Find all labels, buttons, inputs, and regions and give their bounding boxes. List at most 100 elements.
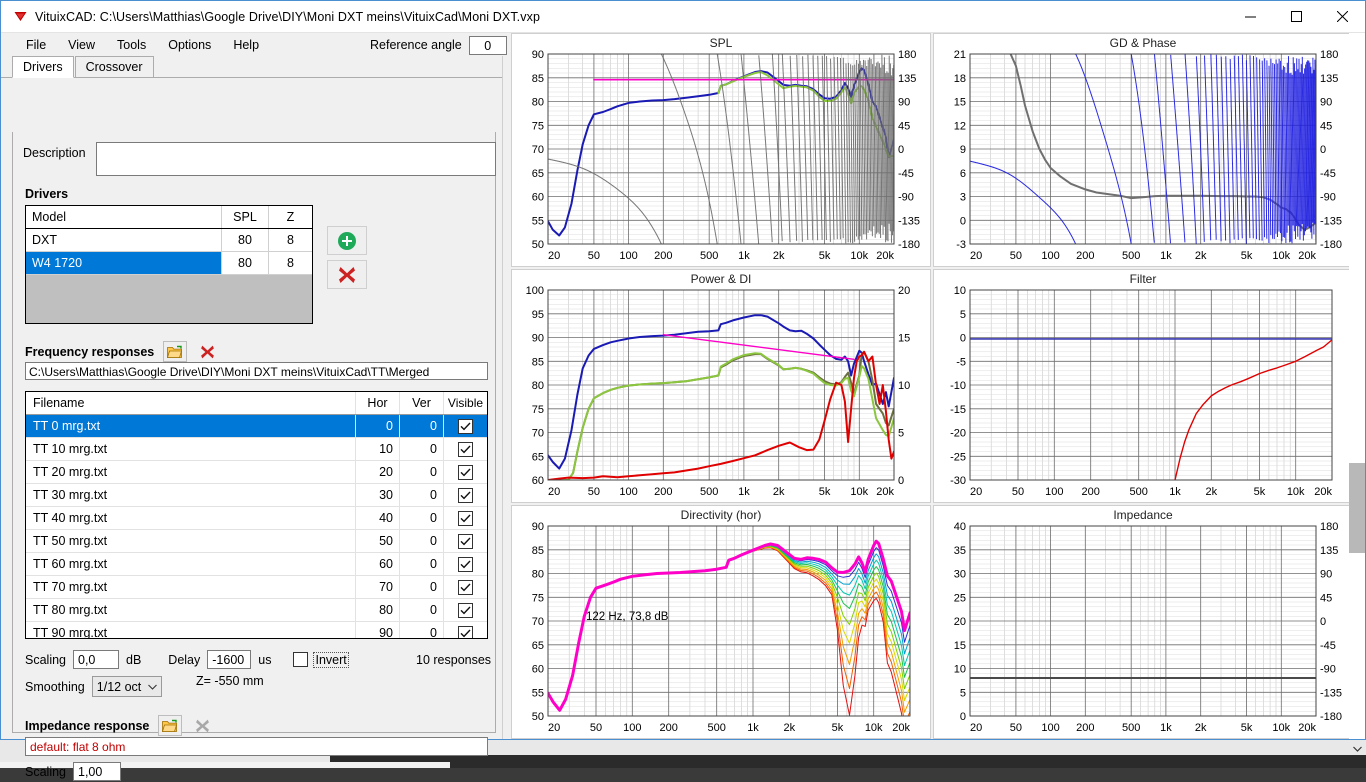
- minimize-button[interactable]: [1227, 1, 1273, 32]
- remove-impedance-button[interactable]: [191, 716, 213, 735]
- gray-x-icon: [195, 719, 209, 732]
- invert-checkbox[interactable]: [293, 652, 309, 667]
- response-visible[interactable]: [444, 415, 487, 437]
- response-visible[interactable]: [444, 553, 487, 575]
- drivers-table[interactable]: Model SPL Z DXT 80 8 W4 1720 80 8: [25, 205, 313, 324]
- svg-text:10k: 10k: [850, 250, 868, 262]
- impedance-value-field[interactable]: default: flat 8 ohm: [25, 737, 488, 756]
- svg-text:200: 200: [660, 722, 678, 734]
- responses-path-input[interactable]: C:\Users\Matthias\Google Drive\DIY\Moni …: [25, 362, 488, 380]
- open-impedance-button[interactable]: [158, 715, 183, 736]
- table-row[interactable]: TT 40 mrg.txt 40 0: [26, 507, 487, 530]
- svg-text:-20: -20: [950, 428, 966, 440]
- menu-view[interactable]: View: [57, 35, 106, 55]
- chart-power-di[interactable]: Power & DI 20 50 100 200 500 1k 2k 5k 10k 20k 60 65 7…: [511, 269, 931, 503]
- response-visible[interactable]: [444, 622, 487, 638]
- frequency-responses-table[interactable]: Filename Hor Ver Visible TT 0 mrg.txt 0 0 T…: [25, 391, 488, 639]
- description-label: Description: [23, 146, 86, 160]
- table-row[interactable]: TT 60 mrg.txt 60 0: [26, 553, 487, 576]
- visible-checkbox[interactable]: [458, 464, 473, 480]
- menu-file[interactable]: File: [15, 35, 57, 55]
- svg-text:80: 80: [532, 97, 544, 109]
- table-row[interactable]: TT 90 mrg.txt 90 0: [26, 622, 487, 638]
- svg-text:50: 50: [590, 722, 602, 734]
- response-hor: 60: [356, 553, 400, 575]
- tab-crossover[interactable]: Crossover: [74, 56, 154, 77]
- chart-canvas: 20 50 100 200 500 1k 2k 5k 10k 20k606570758085909…: [526, 285, 911, 498]
- scroll-down-arrow[interactable]: [1349, 740, 1365, 757]
- reference-angle-input[interactable]: 0: [468, 35, 507, 55]
- chart-gd-phase[interactable]: GD & Phase 20 50 100 200 500 1k 2k 5k 10k 20k -3 0 3 6…: [933, 33, 1353, 267]
- svg-text:-45: -45: [1320, 168, 1336, 180]
- table-row[interactable]: TT 50 mrg.txt 50 0: [26, 530, 487, 553]
- visible-checkbox[interactable]: [458, 487, 473, 503]
- svg-text:10k: 10k: [850, 486, 868, 498]
- response-visible[interactable]: [444, 438, 487, 460]
- svg-text:5k: 5k: [1254, 486, 1266, 498]
- visible-checkbox[interactable]: [458, 556, 473, 572]
- impedance-scaling-input[interactable]: 1,00: [73, 762, 121, 781]
- app-logo-icon: [7, 9, 33, 24]
- chart-filter[interactable]: Filter 20 50 100 200 500 1k 2k 5k 10k 20k -30 -25 -20…: [933, 269, 1353, 503]
- scaling-label: Scaling: [25, 652, 66, 667]
- visible-checkbox[interactable]: [458, 533, 473, 549]
- svg-text:10: 10: [898, 380, 910, 392]
- response-ver: 0: [400, 484, 444, 506]
- response-visible[interactable]: [444, 507, 487, 529]
- open-folder-button[interactable]: [163, 341, 188, 362]
- menu-options[interactable]: Options: [157, 35, 222, 55]
- response-ver: 0: [400, 599, 444, 621]
- svg-text:1k: 1k: [1169, 486, 1181, 498]
- table-row[interactable]: W4 1720 80 8: [26, 252, 312, 275]
- table-row[interactable]: TT 10 mrg.txt 10 0: [26, 438, 487, 461]
- svg-text:1k: 1k: [738, 486, 750, 498]
- table-row[interactable]: TT 80 mrg.txt 80 0: [26, 599, 487, 622]
- vertical-scrollbar[interactable]: [1349, 33, 1365, 752]
- description-input[interactable]: [95, 142, 496, 176]
- svg-text:50: 50: [588, 486, 600, 498]
- add-driver-button[interactable]: [327, 226, 367, 255]
- open-folder-icon: [167, 345, 183, 358]
- response-visible[interactable]: [444, 599, 487, 621]
- close-button[interactable]: [1319, 1, 1365, 32]
- chart-canvas: 20 50 100 200 500 1k 2k 5k 10k 20k 50 55 60 65 70 75 80 8…: [532, 49, 920, 262]
- red-x-icon: [339, 266, 355, 283]
- visible-checkbox[interactable]: [458, 579, 473, 595]
- tab-drivers[interactable]: Drivers: [12, 56, 74, 78]
- svg-text:1k: 1k: [1160, 722, 1172, 734]
- visible-checkbox[interactable]: [458, 418, 473, 434]
- response-visible[interactable]: [444, 576, 487, 598]
- visible-checkbox[interactable]: [458, 510, 473, 526]
- table-row[interactable]: DXT 80 8: [26, 229, 312, 252]
- response-visible[interactable]: [444, 484, 487, 506]
- response-ver: 0: [400, 461, 444, 483]
- chart-directivity[interactable]: Directivity (hor) 20 50 100 200 500 1k 2k 5k 10k 2…: [511, 505, 931, 739]
- table-row[interactable]: TT 70 mrg.txt 70 0: [26, 576, 487, 599]
- visible-checkbox[interactable]: [458, 441, 473, 457]
- table-row[interactable]: TT 20 mrg.txt 20 0: [26, 461, 487, 484]
- visible-checkbox[interactable]: [458, 625, 473, 638]
- delete-driver-button[interactable]: [327, 260, 367, 289]
- response-ver: 0: [400, 438, 444, 460]
- invert-group[interactable]: Invert: [293, 651, 349, 668]
- chart-impedance[interactable]: Impedance 20 50 100 200 500 1k 2k 5k 10k 20k 0 5 10 15…: [933, 505, 1353, 739]
- table-row[interactable]: TT 0 mrg.txt 0 0: [26, 415, 487, 438]
- scrollbar-thumb[interactable]: [1349, 463, 1365, 553]
- svg-text:10k: 10k: [1272, 250, 1290, 262]
- svg-text:75: 75: [532, 404, 544, 416]
- menu-tools[interactable]: Tools: [106, 35, 157, 55]
- response-visible[interactable]: [444, 461, 487, 483]
- menu-help[interactable]: Help: [222, 35, 270, 55]
- response-visible[interactable]: [444, 530, 487, 552]
- chart-spl[interactable]: SPL 20 50 100 200 500 1k 2k 5k 10k 20k 50 55 60 65 70 75…: [511, 33, 931, 267]
- remove-responses-button[interactable]: [196, 342, 218, 361]
- svg-text:2k: 2k: [1195, 250, 1207, 262]
- scaling-input[interactable]: 0,0: [73, 650, 119, 669]
- svg-text:180: 180: [1320, 49, 1338, 61]
- maximize-button[interactable]: [1273, 1, 1319, 32]
- smoothing-select[interactable]: 1/12 oct: [91, 676, 162, 697]
- table-row[interactable]: TT 30 mrg.txt 30 0: [26, 484, 487, 507]
- svg-text:30: 30: [954, 569, 966, 581]
- delay-input[interactable]: -1600: [207, 650, 252, 669]
- visible-checkbox[interactable]: [458, 602, 473, 618]
